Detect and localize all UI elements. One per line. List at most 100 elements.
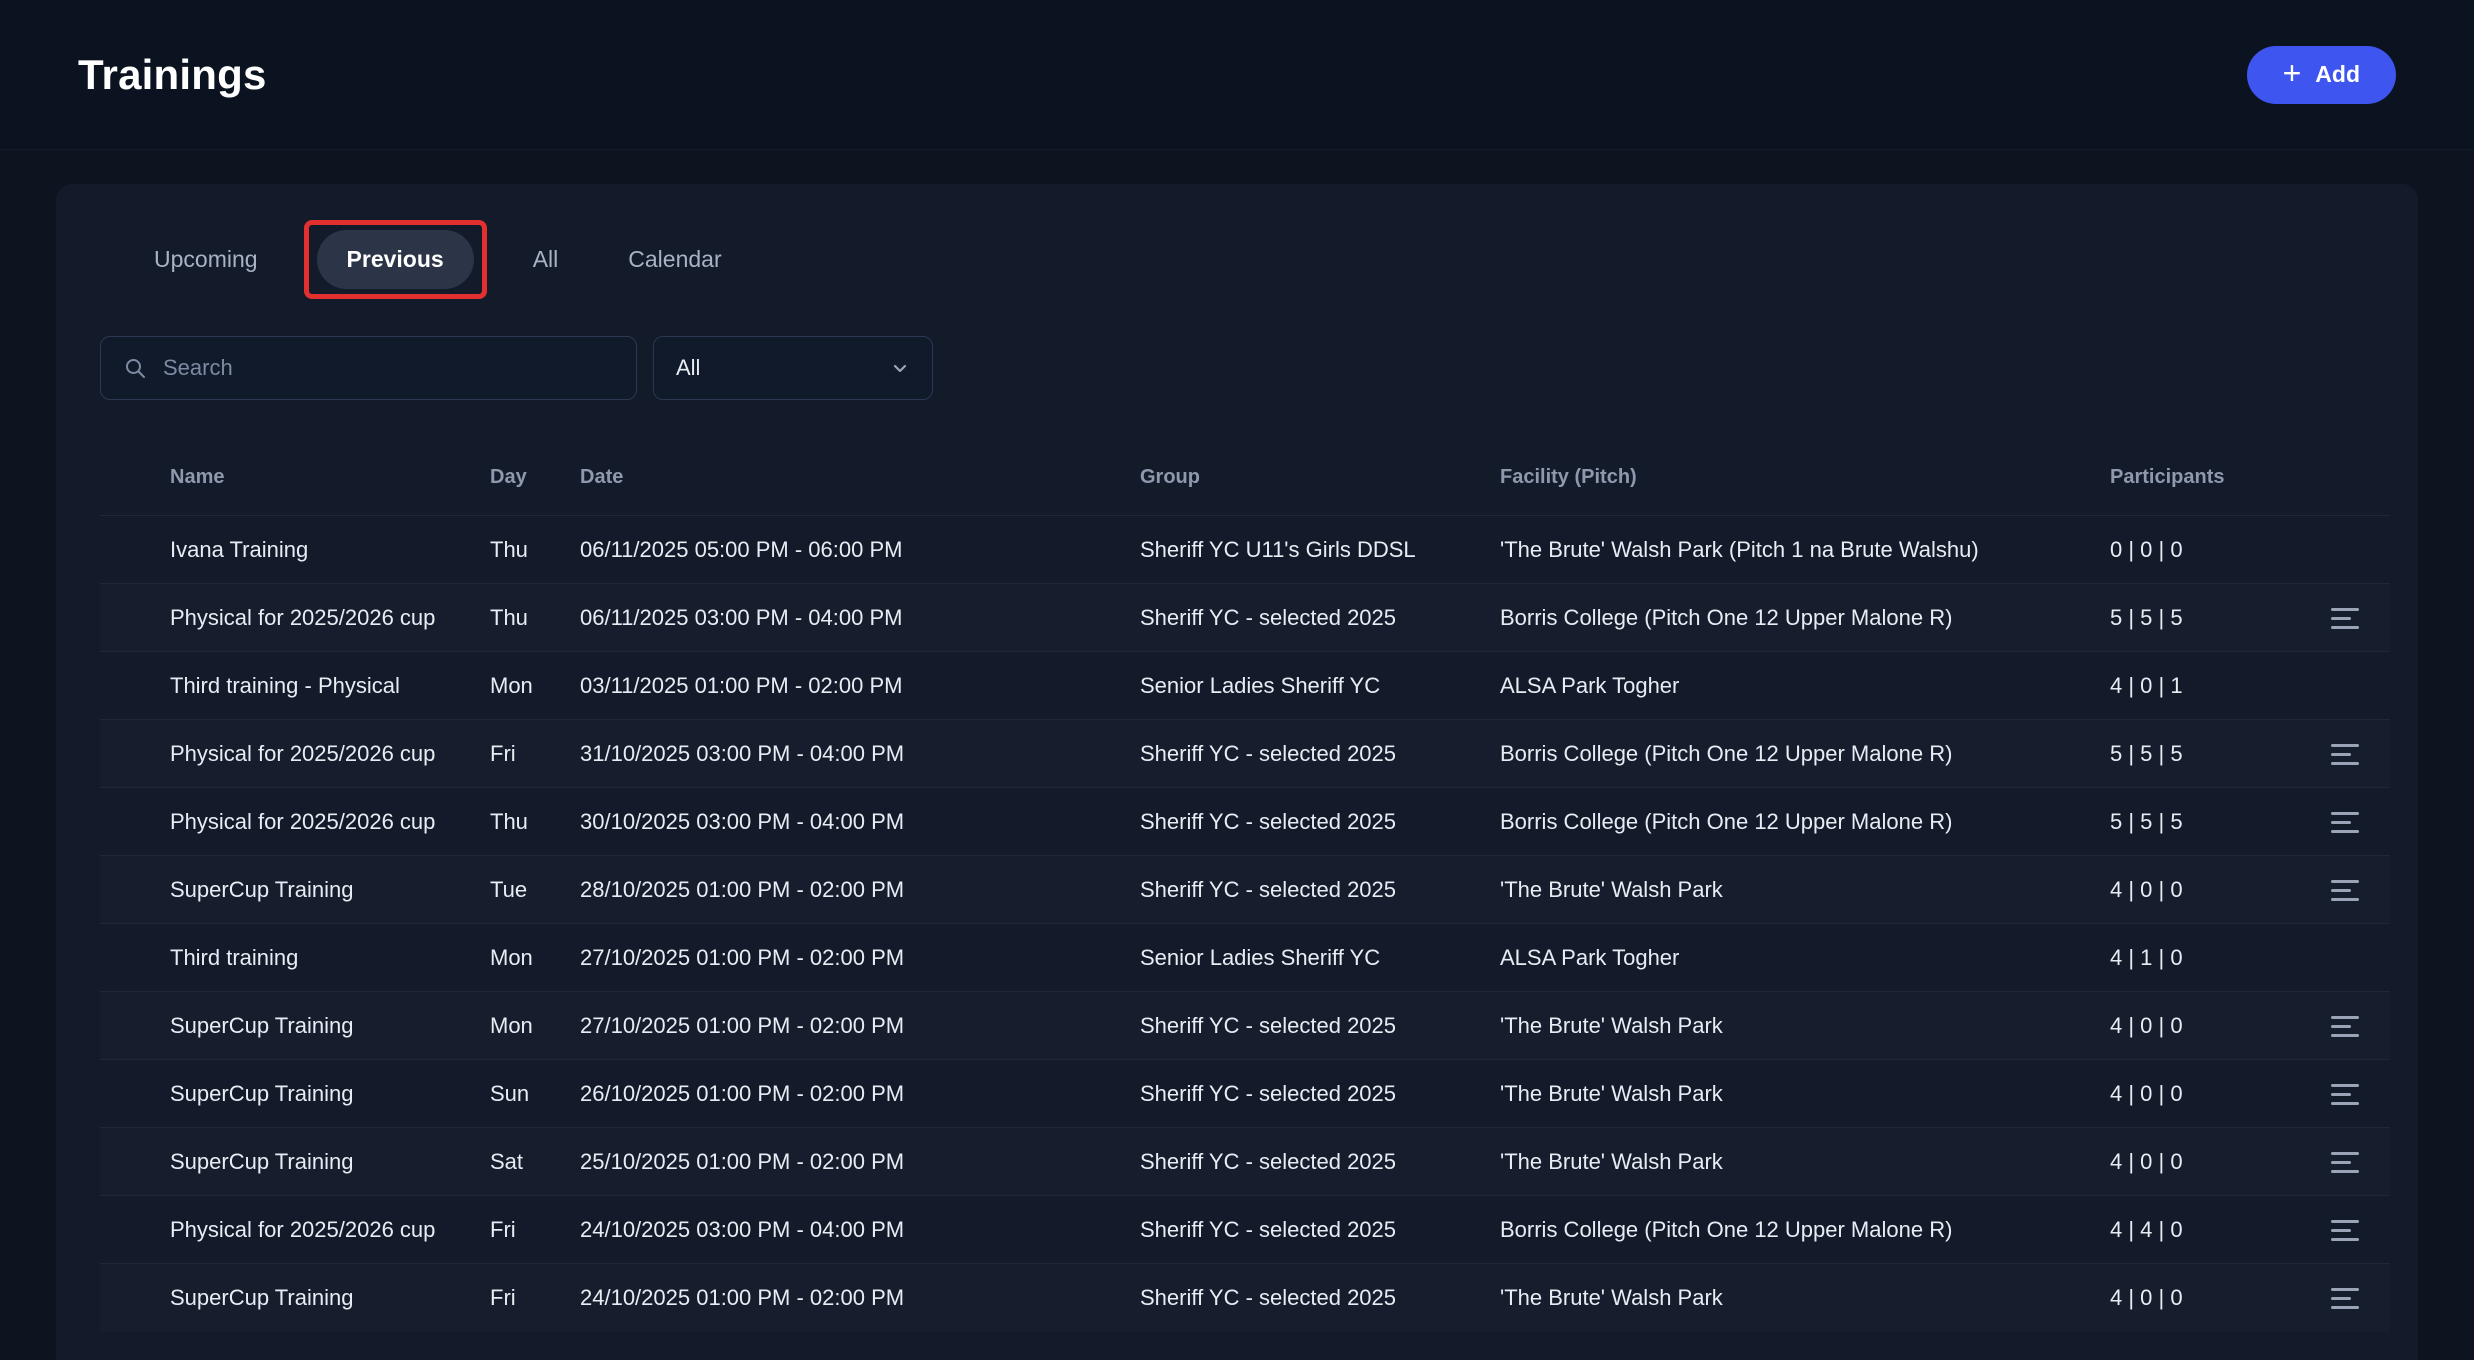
column-header-day: Day (480, 466, 570, 516)
cell-actions (2300, 720, 2390, 788)
table-row[interactable]: Physical for 2025/2026 cupThu30/10/2025 … (100, 788, 2390, 856)
cell-day: Sat (480, 1128, 570, 1196)
search-box[interactable] (100, 336, 637, 400)
cell-day: Mon (480, 924, 570, 992)
group-filter-select[interactable]: All (653, 336, 933, 400)
cell-facility: 'The Brute' Walsh Park (1490, 1060, 2100, 1128)
cell-group: Sheriff YC - selected 2025 (1130, 1060, 1490, 1128)
table-row[interactable]: SuperCup TrainingFri24/10/2025 01:00 PM … (100, 1264, 2390, 1332)
cell-actions (2300, 992, 2390, 1060)
cell-actions (2300, 788, 2390, 856)
cell-group: Sheriff YC - selected 2025 (1130, 720, 1490, 788)
row-menu-icon[interactable] (2331, 812, 2359, 833)
cell-date: 27/10/2025 01:00 PM - 02:00 PM (570, 924, 1130, 992)
cell-actions (2300, 516, 2390, 584)
cell-participants: 5 | 5 | 5 (2100, 788, 2300, 856)
cell-group: Senior Ladies Sheriff YC (1130, 924, 1490, 992)
cell-facility: 'The Brute' Walsh Park (Pitch 1 na Brute… (1490, 516, 2100, 584)
row-menu-icon[interactable] (2331, 744, 2359, 765)
cell-day: Fri (480, 1264, 570, 1332)
cell-actions (2300, 652, 2390, 720)
search-input[interactable] (163, 355, 614, 381)
table-row[interactable]: SuperCup TrainingMon27/10/2025 01:00 PM … (100, 992, 2390, 1060)
tab-bar: Upcoming Previous All Calendar (100, 224, 2374, 294)
cell-facility: Borris College (Pitch One 12 Upper Malon… (1490, 584, 2100, 652)
tab-calendar[interactable]: Calendar (598, 230, 751, 289)
cell-actions (2300, 1264, 2390, 1332)
cell-facility: Borris College (Pitch One 12 Upper Malon… (1490, 788, 2100, 856)
row-menu-icon[interactable] (2331, 1220, 2359, 1241)
cell-group: Sheriff YC - selected 2025 (1130, 856, 1490, 924)
cell-date: 30/10/2025 03:00 PM - 04:00 PM (570, 788, 1130, 856)
cell-facility: 'The Brute' Walsh Park (1490, 1128, 2100, 1196)
cell-participants: 4 | 1 | 0 (2100, 924, 2300, 992)
cell-group: Sheriff YC U11's Girls DDSL (1130, 516, 1490, 584)
search-icon (123, 356, 147, 380)
cell-facility: 'The Brute' Walsh Park (1490, 856, 2100, 924)
cell-group: Sheriff YC - selected 2025 (1130, 584, 1490, 652)
row-menu-icon[interactable] (2331, 880, 2359, 901)
cell-date: 27/10/2025 01:00 PM - 02:00 PM (570, 992, 1130, 1060)
cell-actions (2300, 856, 2390, 924)
add-button[interactable]: + Add (2247, 46, 2396, 104)
column-header-facility: Facility (Pitch) (1490, 466, 2100, 516)
column-header-actions (2300, 466, 2390, 516)
row-menu-icon[interactable] (2331, 1288, 2359, 1309)
table-row[interactable]: SuperCup TrainingTue28/10/2025 01:00 PM … (100, 856, 2390, 924)
row-menu-icon[interactable] (2331, 1152, 2359, 1173)
cell-date: 06/11/2025 03:00 PM - 04:00 PM (570, 584, 1130, 652)
cell-group: Sheriff YC - selected 2025 (1130, 1264, 1490, 1332)
cell-day: Mon (480, 652, 570, 720)
tab-upcoming[interactable]: Upcoming (124, 230, 288, 289)
table-row[interactable]: SuperCup TrainingSun26/10/2025 01:00 PM … (100, 1060, 2390, 1128)
cell-participants: 5 | 5 | 5 (2100, 584, 2300, 652)
cell-name: Third training (100, 924, 480, 992)
cell-participants: 4 | 0 | 0 (2100, 992, 2300, 1060)
top-bar: Trainings + Add (0, 0, 2474, 150)
cell-day: Sun (480, 1060, 570, 1128)
table-body: Ivana TrainingThu06/11/2025 05:00 PM - 0… (100, 516, 2390, 1332)
cell-participants: 4 | 0 | 0 (2100, 1060, 2300, 1128)
table-row[interactable]: Third trainingMon27/10/2025 01:00 PM - 0… (100, 924, 2390, 992)
cell-participants: 4 | 0 | 1 (2100, 652, 2300, 720)
column-header-group: Group (1130, 466, 1490, 516)
annotation-highlight: Previous (304, 220, 487, 299)
cell-name: SuperCup Training (100, 1128, 480, 1196)
trainings-card: Upcoming Previous All Calendar All (56, 184, 2418, 1360)
cell-name: Ivana Training (100, 516, 480, 584)
table-row[interactable]: Physical for 2025/2026 cupFri31/10/2025 … (100, 720, 2390, 788)
cell-group: Sheriff YC - selected 2025 (1130, 992, 1490, 1060)
cell-participants: 4 | 0 | 0 (2100, 856, 2300, 924)
row-menu-icon[interactable] (2331, 608, 2359, 629)
cell-date: 03/11/2025 01:00 PM - 02:00 PM (570, 652, 1130, 720)
cell-day: Thu (480, 788, 570, 856)
cell-actions (2300, 584, 2390, 652)
column-header-name: Name (100, 466, 480, 516)
cell-date: 24/10/2025 03:00 PM - 04:00 PM (570, 1196, 1130, 1264)
cell-facility: Borris College (Pitch One 12 Upper Malon… (1490, 1196, 2100, 1264)
table-row[interactable]: Physical for 2025/2026 cupFri24/10/2025 … (100, 1196, 2390, 1264)
cell-participants: 4 | 0 | 0 (2100, 1264, 2300, 1332)
cell-name: Physical for 2025/2026 cup (100, 1196, 480, 1264)
filters-row: All (100, 336, 2374, 400)
cell-name: SuperCup Training (100, 856, 480, 924)
cell-participants: 5 | 5 | 5 (2100, 720, 2300, 788)
row-menu-icon[interactable] (2331, 1016, 2359, 1037)
cell-date: 28/10/2025 01:00 PM - 02:00 PM (570, 856, 1130, 924)
cell-day: Fri (480, 720, 570, 788)
tab-all[interactable]: All (503, 230, 589, 289)
cell-name: Physical for 2025/2026 cup (100, 788, 480, 856)
cell-date: 25/10/2025 01:00 PM - 02:00 PM (570, 1128, 1130, 1196)
table-row[interactable]: Ivana TrainingThu06/11/2025 05:00 PM - 0… (100, 516, 2390, 584)
table-row[interactable]: SuperCup TrainingSat25/10/2025 01:00 PM … (100, 1128, 2390, 1196)
trainings-table: Name Day Date Group Facility (Pitch) Par… (100, 466, 2390, 1332)
tab-previous[interactable]: Previous (317, 230, 474, 289)
cell-participants: 4 | 0 | 0 (2100, 1128, 2300, 1196)
cell-name: SuperCup Training (100, 992, 480, 1060)
cell-actions (2300, 1060, 2390, 1128)
table-row[interactable]: Physical for 2025/2026 cupThu06/11/2025 … (100, 584, 2390, 652)
cell-facility: ALSA Park Togher (1490, 652, 2100, 720)
table-row[interactable]: Third training - PhysicalMon03/11/2025 0… (100, 652, 2390, 720)
row-menu-icon[interactable] (2331, 1084, 2359, 1105)
cell-day: Fri (480, 1196, 570, 1264)
